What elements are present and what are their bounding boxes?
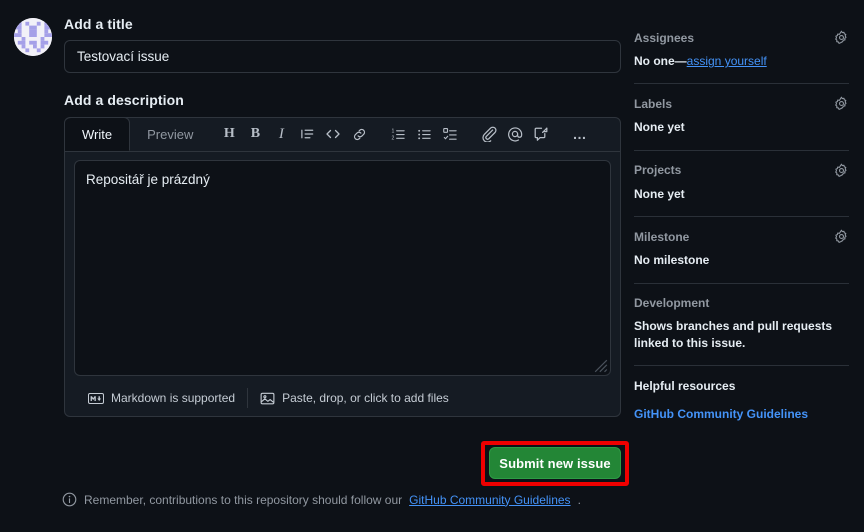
sidebar-divider-4	[634, 282, 849, 284]
avatar	[14, 18, 52, 56]
link-icon[interactable]	[346, 121, 372, 147]
sidebar-divider-3	[634, 216, 849, 218]
footnote-text-after: .	[577, 492, 581, 507]
formatting-tools: H B I 1 2 …	[216, 117, 620, 151]
issue-sidebar: Assignees No one—assign yourself Labels	[634, 30, 849, 423]
quote-icon[interactable]	[294, 121, 320, 147]
projects-label: Projects	[634, 163, 682, 178]
sidebar-divider-5	[634, 365, 849, 367]
issue-title-input[interactable]	[64, 40, 621, 73]
more-options-icon[interactable]: …	[567, 121, 593, 147]
milestone-header: Milestone	[634, 229, 849, 252]
labels-header: Labels	[634, 96, 849, 119]
attach-files-item[interactable]: Paste, drop, or click to add files	[248, 391, 461, 406]
editor-tabs: Write Preview	[65, 117, 210, 151]
ordered-list-icon[interactable]: 1 2	[385, 121, 411, 147]
development-header: Development	[634, 296, 849, 318]
development-label: Development	[634, 295, 710, 310]
editor-toolbar: Write Preview H B I 1 2 …	[65, 117, 620, 152]
title-label: Add a title	[64, 16, 133, 32]
tab-write[interactable]: Write	[65, 117, 131, 151]
labels-gear-icon[interactable]	[834, 96, 849, 111]
attach-files-label: Paste, drop, or click to add files	[282, 391, 449, 405]
projects-header: Projects	[634, 163, 849, 186]
assignees-none-text: No one—	[634, 54, 687, 68]
sidebar-section-helpful-resources: Helpful resources GitHub Community Guide…	[634, 378, 849, 422]
task-list-icon[interactable]	[437, 121, 463, 147]
italic-icon[interactable]: I	[268, 121, 294, 147]
unordered-list-icon[interactable]	[411, 121, 437, 147]
mention-icon[interactable]	[502, 121, 528, 147]
editor-footer: Markdown is supported Paste, drop, or cl…	[74, 380, 611, 416]
projects-gear-icon[interactable]	[834, 163, 849, 178]
sidebar-section-development: Development Shows branches and pull requ…	[634, 296, 849, 353]
image-icon	[260, 392, 275, 404]
assignees-gear-icon[interactable]	[834, 30, 849, 45]
editor-body: Markdown is supported Paste, drop, or cl…	[65, 152, 620, 416]
description-label: Add a description	[64, 92, 184, 108]
toolbar-divider-2	[463, 134, 476, 135]
svg-text:2: 2	[391, 135, 394, 141]
labels-value: None yet	[634, 120, 685, 135]
footnote: Remember, contributions to this reposito…	[62, 492, 581, 507]
footnote-guidelines-link[interactable]: GitHub Community Guidelines	[409, 493, 570, 507]
community-guidelines-link[interactable]: GitHub Community Guidelines	[634, 407, 808, 421]
sidebar-section-labels: Labels None yet	[634, 96, 849, 136]
assign-yourself-link[interactable]: assign yourself	[687, 54, 767, 68]
issue-description-textarea[interactable]	[74, 160, 611, 376]
toolbar-divider	[372, 134, 385, 135]
issue-form: Add a title Add a description Write Prev…	[64, 16, 621, 417]
heading-icon[interactable]: H	[216, 121, 242, 147]
sidebar-divider-1	[634, 83, 849, 85]
labels-label: Labels	[634, 96, 673, 111]
milestone-gear-icon[interactable]	[834, 229, 849, 244]
markdown-supported-label: Markdown is supported	[111, 391, 236, 405]
assignees-value: No one—assign yourself	[634, 53, 849, 70]
svg-text:1: 1	[391, 128, 394, 134]
submit-new-issue-button[interactable]: Submit new issue	[489, 447, 621, 479]
milestone-label: Milestone	[634, 229, 690, 244]
footnote-text-before: Remember, contributions to this reposito…	[84, 492, 403, 507]
assignees-header: Assignees	[634, 30, 849, 53]
markdown-supported-item[interactable]: Markdown is supported	[76, 391, 247, 405]
info-icon	[62, 492, 77, 507]
projects-value: None yet	[634, 186, 685, 201]
issue-create-page: Add a title Add a description Write Prev…	[0, 0, 864, 532]
markdown-editor: Write Preview H B I 1 2 … Repositář je p…	[64, 117, 621, 417]
markdown-icon	[88, 392, 104, 404]
toolbar-divider-3	[554, 134, 567, 135]
textarea-wrapper	[74, 160, 611, 376]
sidebar-section-projects: Projects None yet	[634, 163, 849, 203]
assignees-label: Assignees	[634, 30, 695, 45]
sidebar-divider-2	[634, 149, 849, 151]
attachment-icon[interactable]	[476, 121, 502, 147]
identicon-icon	[14, 18, 52, 56]
sidebar-section-milestone: Milestone No milestone	[634, 229, 849, 269]
sidebar-section-assignees: Assignees No one—assign yourself	[634, 30, 849, 70]
code-icon[interactable]	[320, 121, 346, 147]
helpful-resources-label: Helpful resources	[634, 379, 736, 394]
bold-icon[interactable]: B	[242, 121, 268, 147]
milestone-value: No milestone	[634, 253, 710, 268]
development-description: Shows branches and pull requests linked …	[634, 318, 833, 350]
tab-preview[interactable]: Preview	[130, 117, 210, 151]
saved-replies-icon[interactable]	[528, 121, 554, 147]
